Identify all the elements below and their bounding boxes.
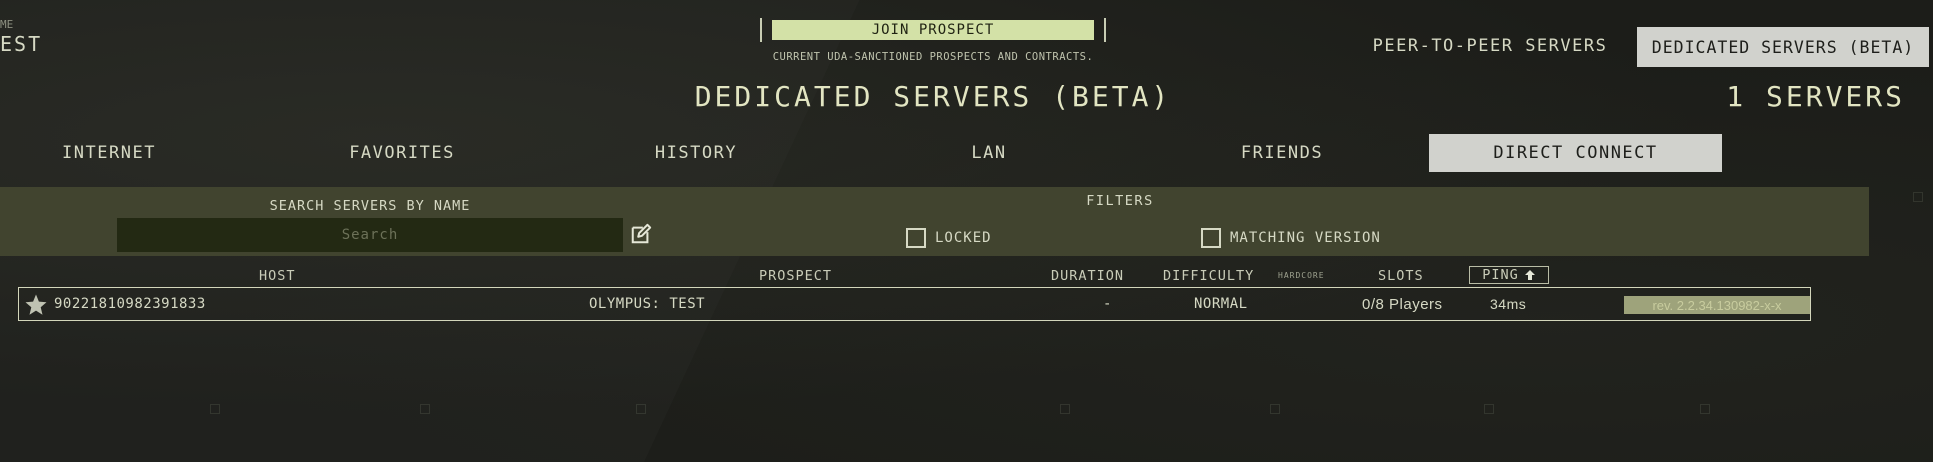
bracket-left	[760, 18, 762, 42]
star-icon[interactable]	[24, 293, 48, 317]
tab-history[interactable]: HISTORY	[577, 134, 815, 172]
column-prospect[interactable]: PROSPECT	[759, 268, 832, 284]
tab-friends[interactable]: FRIENDS	[1163, 134, 1401, 172]
background-marker	[636, 404, 646, 414]
search-label: SEARCH SERVERS BY NAME	[269, 198, 471, 214]
column-difficulty[interactable]: DIFFICULTY	[1163, 268, 1254, 284]
server-host: 90221810982391833	[54, 296, 206, 312]
background-marker	[1060, 404, 1070, 414]
checkbox[interactable]	[1201, 228, 1221, 248]
search-input[interactable]	[117, 218, 623, 252]
join-prospect-group: JOIN PROSPECT	[760, 18, 1106, 42]
tab-lan[interactable]: LAN	[870, 134, 1108, 172]
tab-peer-to-peer-servers[interactable]: PEER-TO-PEER SERVERS	[1365, 28, 1615, 64]
tab-favorites[interactable]: FAVORITES	[283, 134, 521, 172]
server-difficulty: NORMAL	[1194, 296, 1248, 312]
checkbox[interactable]	[906, 228, 926, 248]
column-hardcore[interactable]: HARDCORE	[1278, 271, 1325, 280]
join-subtitle: CURRENT UDA-SANCTIONED PROSPECTS AND CON…	[772, 51, 1094, 63]
profile-label: ME	[0, 18, 14, 31]
filter-matching-version-label: MATCHING VERSION	[1230, 230, 1381, 246]
server-prospect: OLYMPUS: TEST	[589, 296, 706, 312]
tab-internet[interactable]: INTERNET	[0, 134, 218, 172]
bracket-right	[1104, 18, 1106, 42]
filter-locked-label: LOCKED	[935, 230, 992, 246]
background-marker	[1913, 192, 1923, 202]
filter-locked[interactable]: LOCKED	[906, 228, 992, 248]
background-marker	[420, 404, 430, 414]
background-marker	[1484, 404, 1494, 414]
filters-label: FILTERS	[1086, 193, 1154, 209]
table-row[interactable]	[18, 287, 1811, 321]
tab-direct-connect[interactable]: DIRECT CONNECT	[1429, 134, 1722, 172]
column-host[interactable]: HOST	[259, 268, 296, 284]
server-ping: 34ms	[1490, 296, 1527, 312]
column-ping-label: PING	[1482, 267, 1519, 283]
column-ping[interactable]: PING	[1469, 266, 1549, 284]
arrow-up-icon	[1524, 270, 1535, 280]
tab-dedicated-servers[interactable]: DEDICATED SERVERS (BETA)	[1637, 27, 1929, 67]
join-prospect-button[interactable]: JOIN PROSPECT	[772, 20, 1094, 40]
server-count: 1 SERVERS	[1726, 80, 1905, 113]
profile-name: EST	[0, 32, 43, 56]
edit-icon[interactable]	[630, 223, 652, 245]
column-duration[interactable]: DURATION	[1051, 268, 1124, 284]
page-title: DEDICATED SERVERS (BETA)	[694, 80, 1172, 113]
background-marker	[210, 404, 220, 414]
background-marker	[1270, 404, 1280, 414]
column-slots[interactable]: SLOTS	[1378, 268, 1424, 284]
background-marker	[1700, 404, 1710, 414]
server-slots: 0/8 Players	[1362, 296, 1443, 313]
version-badge: rev. 2.2.34.130982-x-x	[1624, 296, 1810, 314]
filter-matching-version[interactable]: MATCHING VERSION	[1201, 228, 1381, 248]
server-duration: -	[1103, 296, 1112, 312]
